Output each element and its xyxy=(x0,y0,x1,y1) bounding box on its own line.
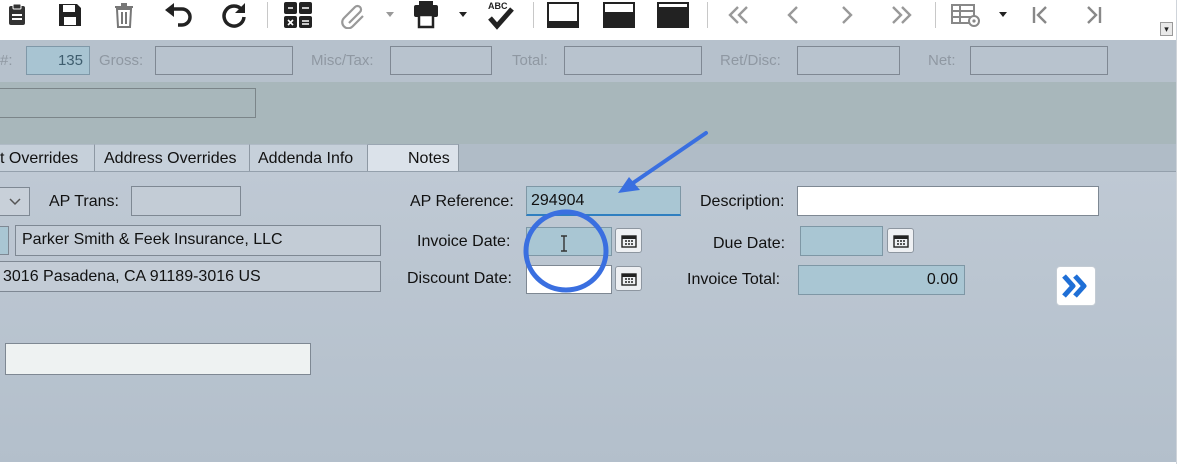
jump-last-icon[interactable] xyxy=(1080,0,1108,30)
layout-middle-icon[interactable] xyxy=(602,0,636,30)
spell-check-icon[interactable]: ABC xyxy=(482,0,520,30)
previous-record-icon[interactable] xyxy=(780,0,806,30)
tab-address-overrides[interactable]: Address Overrides xyxy=(95,144,250,171)
save-icon[interactable] xyxy=(54,0,86,30)
invoice-date-field[interactable] xyxy=(526,227,612,256)
misc-tax-label: Misc/Tax: xyxy=(311,52,374,69)
ret-disc-label: Ret/Disc: xyxy=(720,52,781,69)
attachment-dropdown-icon[interactable] xyxy=(384,0,396,30)
ap-trans-field[interactable] xyxy=(131,186,241,216)
ap-trans-label: AP Trans: xyxy=(49,193,119,210)
layout-bottom-icon[interactable] xyxy=(546,0,580,30)
tab-overrides[interactable]: t Overrides xyxy=(0,144,95,171)
delete-icon[interactable] xyxy=(108,0,140,30)
lower-text-field[interactable] xyxy=(5,343,311,375)
discount-date-field[interactable] xyxy=(526,265,612,294)
description-label: Description: xyxy=(700,193,785,210)
invoice-date-calendar-icon[interactable] xyxy=(615,228,642,253)
grid-settings-dropdown-icon[interactable] xyxy=(996,0,1010,30)
chevron-down-icon xyxy=(8,197,21,205)
forward-button[interactable] xyxy=(1056,266,1096,306)
count-field: 135 xyxy=(26,46,90,75)
invoice-total-field: 0.00 xyxy=(798,265,965,295)
first-record-icon[interactable] xyxy=(724,0,754,30)
grid-settings-icon[interactable] xyxy=(948,0,984,30)
discount-date-label: Discount Date: xyxy=(407,270,512,287)
due-date-label: Due Date: xyxy=(713,235,786,252)
notes-icon[interactable] xyxy=(2,0,32,30)
calculator-icon[interactable] xyxy=(280,0,316,30)
discount-date-calendar-icon[interactable] xyxy=(615,266,642,291)
layout-top-icon[interactable] xyxy=(656,0,690,30)
vendor-lookup-button[interactable] xyxy=(0,226,9,255)
misc-tax-field xyxy=(390,46,492,75)
count-label: #: xyxy=(0,52,13,69)
toolbar: ABC xyxy=(0,0,1176,40)
refresh-icon[interactable] xyxy=(216,0,252,30)
vendor-address-field: 3016 Pasadena, CA 91189-3016 US xyxy=(0,261,381,292)
ap-reference-label: AP Reference: xyxy=(410,193,514,210)
vendor-name-field: Parker Smith & Feek Insurance, LLC xyxy=(15,225,381,256)
due-date-field[interactable] xyxy=(800,226,883,256)
tab-addenda-info[interactable]: Addenda Info xyxy=(250,144,368,171)
gross-label: Gross: xyxy=(99,52,144,69)
jump-first-icon[interactable] xyxy=(1026,0,1054,30)
vertical-scrollbar[interactable] xyxy=(1176,0,1200,464)
ret-disc-field xyxy=(797,46,900,75)
description-field[interactable] xyxy=(797,186,1099,216)
invoice-total-label: Invoice Total: xyxy=(687,271,781,288)
header-field[interactable] xyxy=(0,88,256,118)
invoice-date-label: Invoice Date: xyxy=(417,233,511,250)
svg-text:ABC: ABC xyxy=(488,1,508,11)
total-field xyxy=(564,46,702,75)
net-field xyxy=(970,46,1108,75)
tab-notes[interactable]: Notes xyxy=(368,144,459,171)
scroll-down-arrow-icon[interactable]: ▾ xyxy=(1160,22,1173,36)
net-label: Net: xyxy=(928,52,956,69)
type-dropdown[interactable] xyxy=(0,187,30,216)
due-date-calendar-icon[interactable] xyxy=(887,228,914,253)
attachment-icon[interactable] xyxy=(336,0,372,30)
print-dropdown-icon[interactable] xyxy=(456,0,470,30)
total-label: Total: xyxy=(512,52,548,69)
double-chevron-right-icon xyxy=(1062,274,1087,298)
last-record-icon[interactable] xyxy=(886,0,916,30)
app-window: ABC #: 135 Gross: Misc/Tax: Total: Ret/D… xyxy=(0,0,1176,462)
print-icon[interactable] xyxy=(408,0,444,30)
undo-icon[interactable] xyxy=(160,0,196,30)
next-record-icon[interactable] xyxy=(834,0,860,30)
ap-reference-field[interactable]: 294904 xyxy=(526,186,681,216)
gross-field xyxy=(155,46,293,75)
